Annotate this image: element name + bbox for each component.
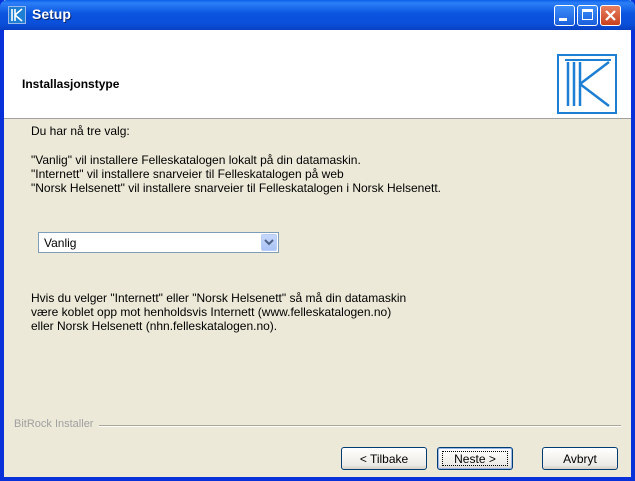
dropdown-button[interactable] <box>261 234 277 251</box>
options-description: "Vanlig" vil installere Felleskatalogen … <box>31 153 441 195</box>
header-panel: Installasjonstype <box>4 30 631 119</box>
installer-label: BitRock Installer <box>14 418 100 430</box>
description-line: "Norsk Helsenett" vil installere snarvei… <box>31 181 442 195</box>
focus-rectangle <box>442 451 508 466</box>
dropdown-arrow-icon <box>264 239 274 246</box>
maximize-button[interactable] <box>577 5 598 26</box>
felleskatalogen-logo <box>557 54 617 114</box>
cancel-button[interactable]: Avbryt <box>542 447 618 470</box>
note-line: Hvis du velger "Internett" eller "Norsk … <box>31 291 407 305</box>
title-bar[interactable]: Setup <box>0 0 635 30</box>
maximize-icon <box>582 9 593 20</box>
description-line: "Vanlig" vil installere Felleskatalogen … <box>31 153 361 167</box>
next-button[interactable]: Neste > <box>437 447 513 470</box>
setup-window: Setup Installasjonstype Du har nå tre va… <box>0 0 635 481</box>
window-title: Setup <box>32 6 71 22</box>
minimize-icon <box>559 18 567 21</box>
note-line: være koblet opp mot henholdsvis Internet… <box>31 305 392 319</box>
note-line: eller Norsk Helsenett (nhn.felleskatalog… <box>31 319 278 333</box>
description-line: "Internett" vil installere snarveier til… <box>31 167 344 181</box>
minimize-button[interactable] <box>554 5 575 26</box>
close-icon <box>605 10 616 21</box>
page-title: Installasjonstype <box>22 77 120 91</box>
back-button[interactable]: < Tilbake <box>341 447 427 470</box>
close-button[interactable] <box>600 5 621 26</box>
setup-app-icon <box>8 6 26 24</box>
intro-text: Du har nå tre valg: <box>31 124 130 138</box>
connection-note: Hvis du velger "Internett" eller "Norsk … <box>31 291 406 333</box>
install-type-value: Vanlig <box>44 236 77 250</box>
footer-separator <box>14 425 621 427</box>
install-type-select[interactable]: Vanlig <box>38 232 279 253</box>
